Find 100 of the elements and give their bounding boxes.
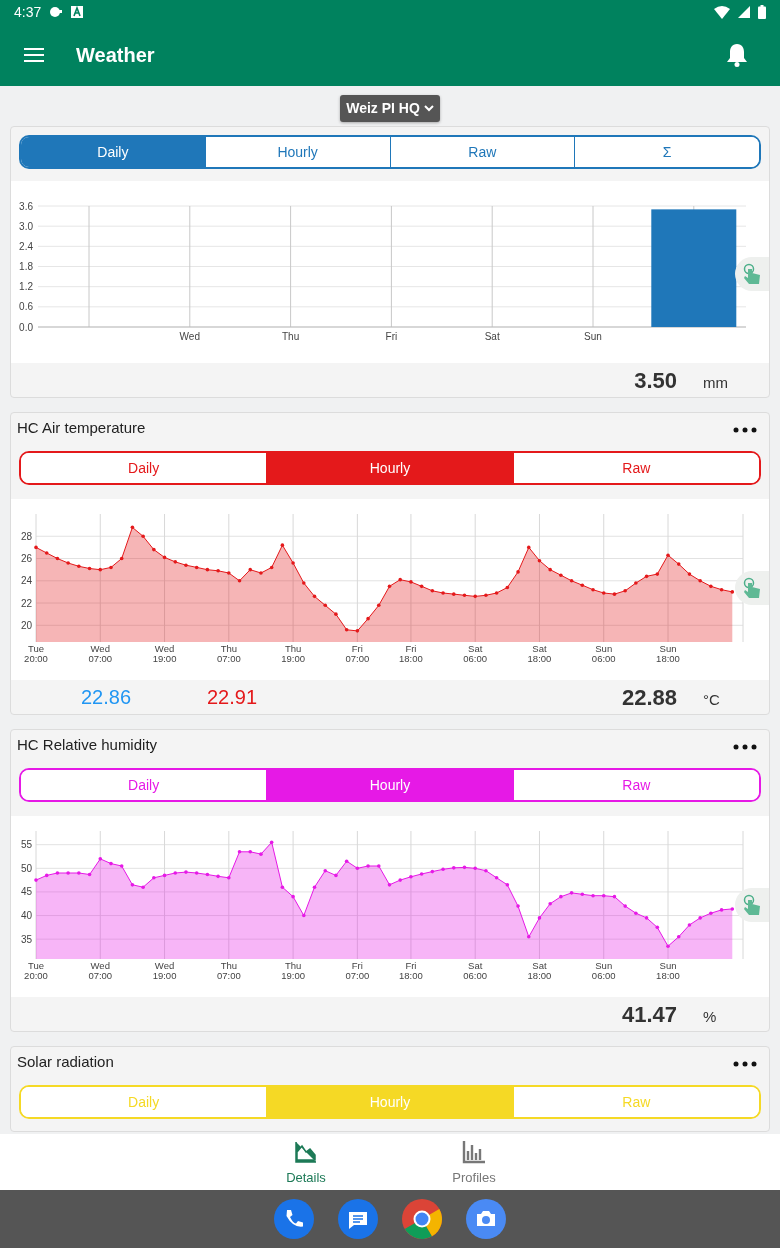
data-point <box>409 875 413 879</box>
phone-icon[interactable] <box>274 1199 314 1239</box>
tick-label: 1.8 <box>19 261 33 272</box>
notification-bell-icon[interactable] <box>726 43 748 67</box>
touch-hand-icon[interactable] <box>735 257 769 291</box>
data-point <box>644 916 649 920</box>
data-point <box>98 857 103 861</box>
nav-tab[interactable]: Profiles <box>414 1134 534 1190</box>
axis-label: Fri <box>385 331 398 342</box>
data-point <box>119 556 124 561</box>
data-point <box>269 565 274 570</box>
axis-label: Sat <box>484 331 500 342</box>
axis-label: Wed 07:00 <box>88 960 113 981</box>
card-title: HC Relative humidity <box>17 734 158 755</box>
data-point <box>451 866 456 870</box>
tick-label: 26 <box>20 553 32 564</box>
data-point <box>109 565 113 570</box>
data-point <box>259 852 263 856</box>
data-point <box>687 923 692 927</box>
data-point <box>537 916 542 920</box>
tick-label: 45 <box>20 886 32 898</box>
data-point <box>451 592 456 596</box>
menu-icon[interactable] <box>24 47 44 63</box>
period-tab[interactable]: Hourly <box>267 453 514 483</box>
data-point <box>634 581 638 585</box>
data-point <box>559 894 563 899</box>
data-point <box>302 581 306 585</box>
data-point <box>44 873 49 878</box>
tick-label: 0.6 <box>19 301 33 313</box>
nav-tab[interactable]: Details <box>246 1134 366 1190</box>
axis-label: Sun 18:00 <box>656 960 680 981</box>
data-point <box>87 872 92 877</box>
message-icon[interactable] <box>338 1199 378 1239</box>
tick-label: 0.0 <box>19 321 33 333</box>
data-point <box>280 543 285 547</box>
axis-label: Fri 07:00 <box>345 960 370 981</box>
data-point <box>709 911 713 915</box>
tick-label: 3.6 <box>19 200 33 212</box>
axis-label: Thu 19:00 <box>281 960 305 981</box>
card-title: HC Air temperature <box>17 417 146 438</box>
min-value: 22.86 <box>81 685 133 710</box>
data-point <box>355 629 360 633</box>
data-point <box>130 883 135 887</box>
data-point <box>259 571 263 575</box>
data-point <box>505 883 510 887</box>
data-point <box>666 944 670 949</box>
data-point <box>355 866 360 871</box>
clock-time: 4:37 <box>14 2 42 22</box>
axis-label: Fri 07:00 <box>345 643 370 664</box>
axis-label: Sat 18:00 <box>527 643 552 664</box>
data-point <box>591 587 595 592</box>
tick-label: 2.4 <box>19 240 33 252</box>
card-title: Solar radiation <box>17 1051 114 1072</box>
data-point <box>141 534 145 539</box>
data-point <box>173 871 178 875</box>
period-tab[interactable]: Daily <box>21 453 268 483</box>
data-point <box>580 583 585 588</box>
data-point <box>334 873 338 878</box>
tick-label: 28 <box>20 530 32 542</box>
period-tab[interactable]: Hourly <box>267 770 514 800</box>
data-point <box>666 553 670 557</box>
data-point <box>87 566 92 571</box>
data-point <box>387 883 392 887</box>
axis-label: Sun 06:00 <box>591 643 616 664</box>
data-point <box>494 875 499 880</box>
data-point <box>687 572 692 576</box>
round-logo-icon[interactable] <box>402 1199 442 1239</box>
data-point <box>601 591 606 595</box>
data-point <box>34 545 38 550</box>
data-point <box>34 878 38 882</box>
app-icon <box>71 6 84 18</box>
data-point <box>162 873 167 878</box>
data-point <box>612 894 617 899</box>
data-point <box>55 871 60 875</box>
data-point <box>526 545 531 550</box>
station-dropdown[interactable]: Weiz PI HQ <box>340 95 440 122</box>
data-point <box>591 893 595 898</box>
axis-label: Sun 18:00 <box>656 643 680 664</box>
axis-label: Wed 07:00 <box>88 643 113 664</box>
axis-label: Thu 07:00 <box>216 643 241 664</box>
data-point <box>280 885 285 889</box>
data-point <box>709 584 713 589</box>
max-value: 22.91 <box>207 685 258 710</box>
current-value: 22.88 <box>621 683 677 712</box>
data-point <box>194 871 199 875</box>
data-point <box>473 866 477 871</box>
wifi-icon <box>714 5 730 19</box>
data-point <box>505 585 510 590</box>
axis-label: Fri 18:00 <box>399 643 423 664</box>
data-point <box>494 591 499 595</box>
period-tab[interactable]: Daily <box>21 137 206 167</box>
data-point <box>162 555 167 560</box>
data-point <box>77 871 81 875</box>
data-point <box>377 603 381 608</box>
data-point <box>184 563 188 567</box>
camera-icon[interactable] <box>466 1199 506 1239</box>
period-tab[interactable]: Daily <box>21 770 268 800</box>
data-point <box>655 925 660 930</box>
area-chart-icon <box>294 1140 318 1164</box>
axis-label: Wed 19:00 <box>152 643 177 664</box>
